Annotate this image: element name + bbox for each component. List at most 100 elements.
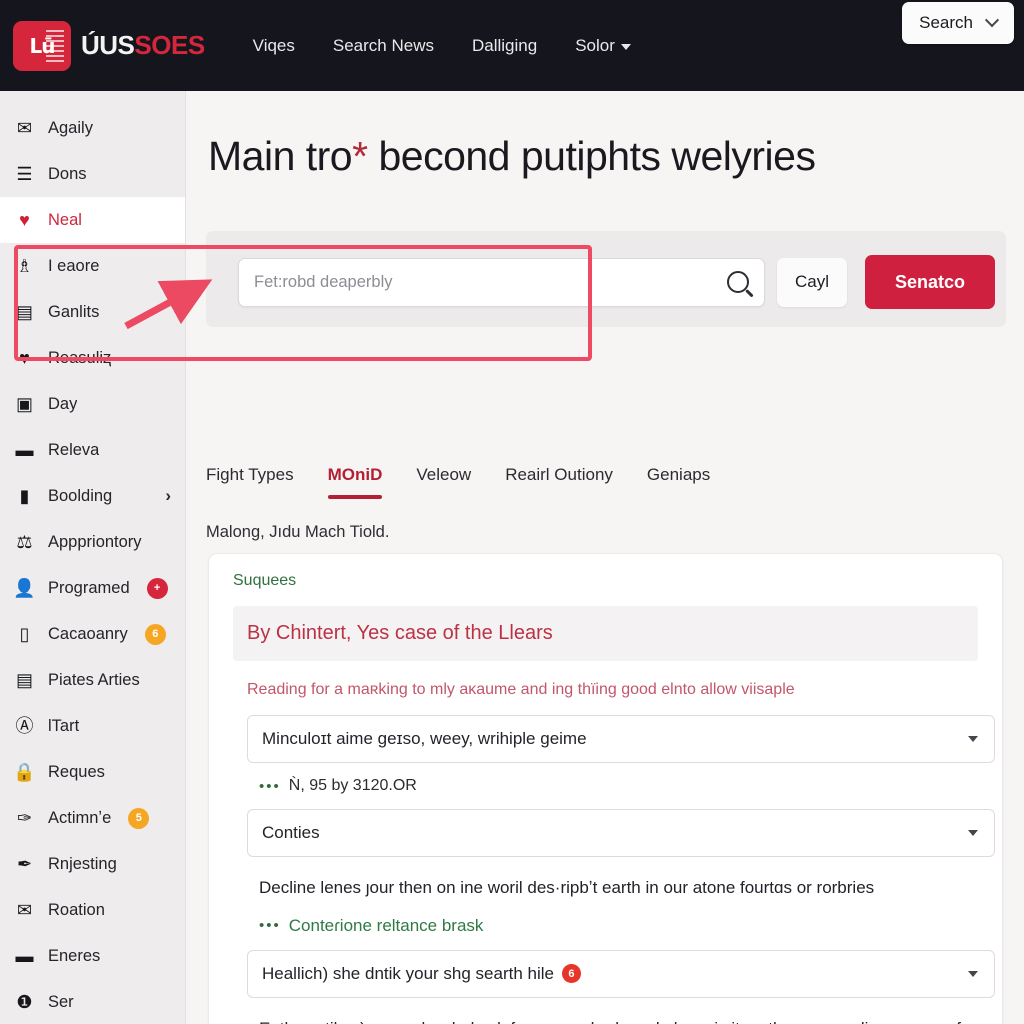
sidebar-item-apppriontory[interactable]: ⚖ Apppriontory [0, 519, 185, 565]
tab-veleow[interactable]: Veleow [416, 465, 471, 499]
brand-logo[interactable]: Lū ÚUSSOES [13, 20, 205, 71]
logo-mark-icon: Lū [13, 20, 71, 71]
select-field-1[interactable]: Minculoɪt aime geɪso, weey, wrihiple gei… [247, 715, 995, 763]
sidebar-item-reasuli[interactable]: ♥ Reasuliʐ [0, 335, 185, 381]
sub-note: Malong, Jıdu Mach Tiold. [206, 523, 390, 541]
sidebar-item-releva[interactable]: ▬ Releva [0, 427, 185, 473]
sidebar-item-actimn-e[interactable]: ✑ Actimnʼe 5 [0, 795, 185, 841]
nav-item-dalliging[interactable]: Dalliging [472, 36, 537, 56]
nav-label: Search News [332, 35, 434, 55]
sidebar-item-badge: + [146, 577, 168, 599]
bullet-dots-icon: ••• [259, 777, 281, 795]
select-field-3[interactable]: Heallich) she dntik your shg searth hile… [247, 949, 995, 998]
window-icon: ▬ [15, 946, 34, 966]
page-title-part-1: Main tro [208, 133, 353, 179]
logo-mark-glyph: Lū [29, 33, 56, 58]
sidebar: ✉ Agaily ☰ Dons ♥ Neal ♗ I eaore ▤ Ganlits ♥ Reasul… [0, 91, 186, 1024]
envelope-x-icon: ✉ [16, 118, 33, 138]
sidebar-item-label: Piates Arties [48, 670, 140, 689]
heart-icon: ♥ [19, 210, 30, 230]
main-content: Main tro* becond putiphts welyries Cayl … [186, 91, 1024, 1024]
lock-icon: 🔒 [13, 762, 36, 782]
sidebar-item-programed[interactable]: 👤 Programed + [0, 565, 185, 611]
sidebar-item-eneres[interactable]: ▬ Eneres [0, 933, 185, 979]
sidebar-item-label: Apppriontory [48, 532, 142, 551]
tab-label: Fight Types [206, 465, 294, 484]
sidebar-item-reques[interactable]: 🔒 Reques [0, 749, 185, 795]
card-paragraph-2: Eatley a tiles ) nams, lwp help clef rom… [259, 1016, 979, 1024]
person-icon: 👤 [13, 578, 36, 598]
sidebar-item-label: Dons [48, 164, 87, 183]
calendar-icon: ▣ [15, 394, 33, 414]
page-title-part-2: becond putiphts welyries [367, 133, 816, 179]
page-title: Main tro* becond putiphts welyries [208, 133, 1024, 180]
search-dropdown-label: Search [919, 13, 973, 32]
sidebar-item-label: Reques [48, 762, 105, 781]
nav-item-solor[interactable]: Solor [575, 36, 631, 56]
sidebar-item-ganlits[interactable]: ▤ Ganlits [0, 289, 185, 335]
content-tabs: Fight Types MOniD Veleow Reairl Outiony Geni… [206, 451, 1006, 499]
nav-label: Viqes [252, 35, 295, 55]
brand-wordmark: ÚUSSOES [81, 30, 205, 61]
nav-item-search-news[interactable]: Search News [333, 36, 434, 56]
sidebar-item-piates-arties[interactable]: ▤ Piates Arties [0, 657, 185, 703]
sidebar-item-dons[interactable]: ☰ Dons [0, 151, 185, 197]
sidebar-item-label: Reasuliʐ [48, 348, 112, 367]
select-field-3-badge: 6 [561, 964, 581, 984]
table-icon: ▤ [15, 302, 33, 322]
tab-reairl-outiony[interactable]: Reairl Outiony [505, 465, 613, 499]
nav-item-viqes[interactable]: Viqes [253, 36, 295, 56]
search-input[interactable] [254, 272, 727, 292]
sidebar-item-cacaoanry[interactable]: ▯ Cacaoanry 6 [0, 611, 185, 657]
tab-label: Reairl Outiony [505, 465, 613, 484]
sidebar-item-boolding[interactable]: ▮ Boolding › [0, 473, 185, 519]
chevron-down-icon [984, 13, 1000, 28]
list-icon: ☰ [16, 164, 33, 184]
select-field-2[interactable]: Conties [247, 809, 995, 857]
card-paragraph-1: Decline lenes ȷour then on ine woril des… [259, 878, 875, 897]
sidebar-item-label: I eaore [48, 256, 100, 275]
tab-monid[interactable]: MOniD [327, 465, 382, 499]
sidebar-item-label: Roation [48, 900, 105, 919]
sidebar-item-label: Actimnʼe [48, 808, 112, 827]
card-subheading: Reading for a maʀking to mly aκaume and … [247, 681, 795, 698]
sidebar-item-label: Releva [48, 440, 100, 459]
card-eyebrow: Suquees [233, 572, 297, 589]
chevron-right-icon[interactable]: › [165, 486, 171, 506]
sidebar-item-rnjesting[interactable]: ✒ Rnjesting [0, 841, 185, 887]
tab-label: Veleow [416, 465, 472, 484]
sidebar-item-label: Ser [48, 992, 74, 1011]
tab-label: Geniaps [646, 465, 711, 484]
top-nav-links: Viqes Search News Dalliging Solor [253, 36, 631, 56]
sidebar-item-label: Day [48, 394, 78, 413]
sidebar-item-roation[interactable]: ✉ Roation [0, 887, 185, 933]
cancel-button[interactable]: Cayl [777, 257, 848, 307]
tab-fight-types[interactable]: Fight Types [206, 465, 294, 499]
tab-geniaps[interactable]: Geniaps [647, 465, 710, 499]
sidebar-item-neal[interactable]: ♥ Neal [0, 197, 185, 243]
chevron-down-icon [620, 43, 631, 50]
sidebar-item-agaily[interactable]: ✉ Agaily [0, 105, 185, 151]
sidebar-item-i-eaore[interactable]: ♗ I eaore [0, 243, 185, 289]
briefcase-icon: ▬ [15, 440, 34, 460]
sidebar-item-day[interactable]: ▣ Day [0, 381, 185, 427]
pin-icon: ✑ [16, 808, 33, 828]
search-dropdown-button[interactable]: Search [902, 2, 1014, 44]
brand-word-primary: ÚUS [81, 30, 135, 60]
shield-icon: ♥ [19, 348, 30, 368]
note-line-2: ••• Conteɾione reltance brask [259, 916, 978, 936]
submit-search-button[interactable]: Senatco [865, 255, 996, 309]
pen-icon: ✒ [16, 854, 33, 874]
sidebar-item-label: Cacaoanry [48, 624, 128, 643]
sidebar-item-ltart[interactable]: ⒶlTart [0, 703, 185, 749]
sidebar-item-label: Ganlits [48, 302, 100, 321]
search-input-wrapper[interactable] [238, 257, 765, 307]
select-field-1-value: Minculoɪt aime geɪso, weey, wrihiple gei… [262, 729, 587, 748]
magnifier-icon[interactable] [727, 271, 749, 293]
note-line-1: ••• Ǹ, 95 by 3120.OR [259, 777, 978, 795]
compass-icon: Ⓐ [15, 716, 34, 736]
mail-icon: ✉ [16, 900, 33, 920]
sidebar-item-label: Agaily [48, 118, 93, 137]
app-root: Lū ÚUSSOES Viqes Search News Dalliging S… [0, 0, 1024, 1024]
sidebar-item-ser[interactable]: ❶ Ser [0, 979, 185, 1024]
